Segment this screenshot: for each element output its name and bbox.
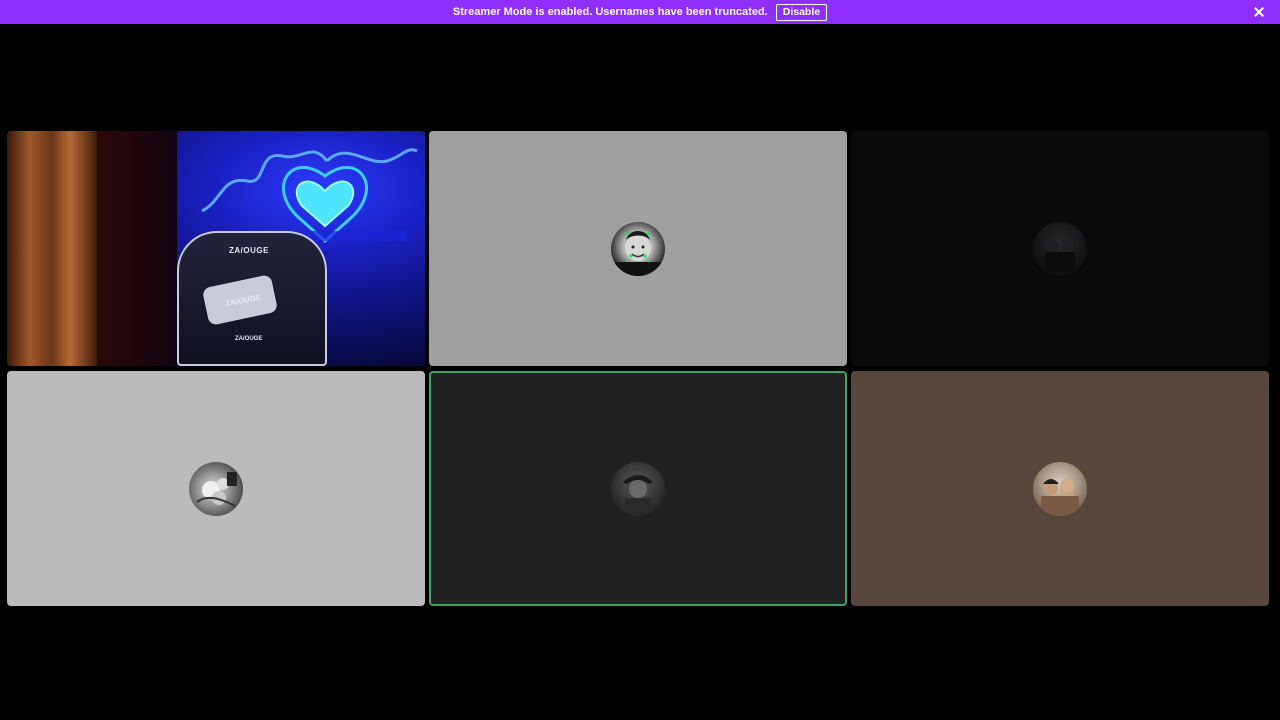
participant-tile[interactable] [429,131,847,366]
close-icon[interactable] [1252,5,1266,19]
participant-tile[interactable] [7,371,425,606]
couple-avatar [1033,461,1087,516]
dark-photo-avatar [1033,221,1087,276]
streamer-mode-banner: Streamer Mode is enabled. Usernames have… [0,0,1280,24]
streamer-mode-message: Streamer Mode is enabled. Usernames have… [452,6,768,18]
video-grid: ZA/OUGE ZA/OUGE ZA/OUGE [7,131,1269,606]
participant-tile[interactable] [851,131,1269,366]
disable-streamer-mode-button[interactable]: Disable [775,3,828,21]
person-smiling-avatar [611,221,665,276]
flowers-avatar [189,461,243,516]
participant-tile[interactable] [851,371,1269,606]
seat-brand-label: ZA/OUGE [235,336,263,342]
participant-tile-speaking[interactable] [429,371,847,606]
stream-tile[interactable]: ZA/OUGE ZA/OUGE ZA/OUGE [7,131,425,366]
chair-brand-label: ZA/OUGE [229,246,269,255]
person-hat-avatar [611,461,665,516]
